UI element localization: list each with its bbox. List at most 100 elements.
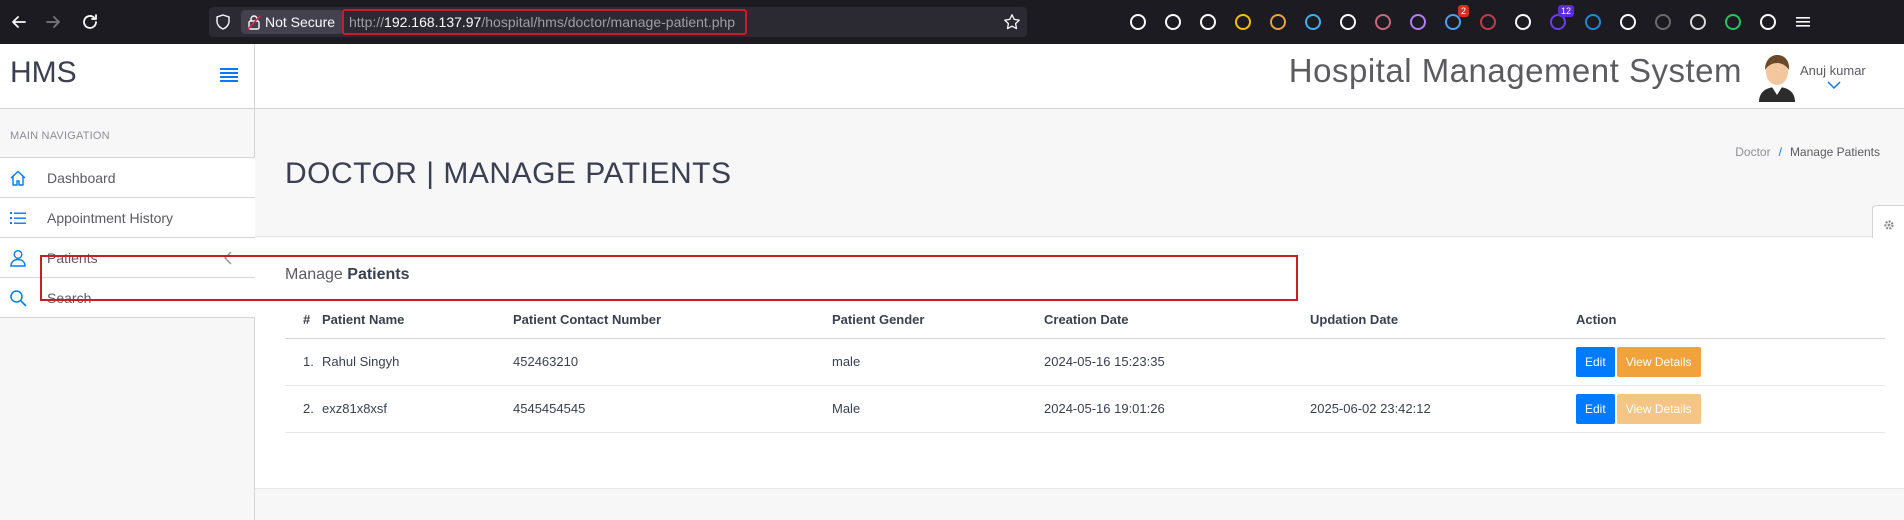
- view-details-button[interactable]: View Details: [1616, 393, 1701, 424]
- cell-creation-date: 2024-05-16 15:23:35: [1044, 338, 1310, 386]
- edit-button[interactable]: Edit: [1576, 346, 1615, 377]
- cell-actions: Edit View Details: [1576, 385, 1885, 433]
- mask-icon: [1619, 14, 1636, 30]
- bookmark-star-icon[interactable]: [1003, 13, 1021, 31]
- cell-contact: 4545454545: [513, 385, 832, 433]
- sidebar-item-label: Dashboard: [47, 170, 116, 186]
- browser-toolbar: Not Secure http://192.168.137.97/hospita…: [0, 0, 1904, 44]
- cell-updation-date: [1310, 338, 1576, 386]
- extension-account-icon[interactable]: [1161, 11, 1184, 33]
- cell-contact: 452463210: [513, 338, 832, 386]
- security-label: Not Secure: [265, 14, 336, 30]
- cell-number: 1.: [285, 338, 322, 386]
- menu-icon: [1795, 17, 1810, 27]
- cell-gender: male: [832, 338, 1044, 386]
- breadcrumb-current: Manage Patients: [1789, 145, 1880, 159]
- sidebar-item-label: Appointment History: [47, 210, 174, 226]
- extension-purple-shield-icon[interactable]: 12: [1546, 5, 1574, 33]
- patients-panel: Manage Patients # Patient Name Patient C…: [255, 238, 1904, 489]
- extension-dots-icon[interactable]: [1371, 11, 1394, 33]
- reload-button[interactable]: [79, 11, 101, 33]
- user-name[interactable]: Anuj kumar: [1800, 63, 1866, 78]
- diamond-icon: [1654, 14, 1671, 30]
- view-details-button[interactable]: View Details: [1616, 346, 1701, 377]
- arrow-right-icon: [46, 16, 60, 28]
- column-header-gender: Patient Gender: [832, 301, 1044, 339]
- extension-w-green-icon[interactable]: [1721, 11, 1744, 33]
- sidebar-item-appointment-history[interactable]: Appointment History: [0, 198, 255, 238]
- back-button[interactable]: [8, 11, 30, 33]
- chevron-left-icon: [224, 251, 232, 265]
- wappalyzer-icon: [1514, 14, 1531, 30]
- extension-icon: [1234, 14, 1251, 30]
- extension-cookie-editor-icon[interactable]: [1336, 11, 1359, 33]
- extension-badge: 2: [1457, 5, 1469, 17]
- cell-creation-date: 2024-05-16 19:01:26: [1044, 385, 1310, 433]
- home-icon: [10, 170, 26, 186]
- pocket-icon: [1129, 14, 1146, 30]
- extension-menu-icon[interactable]: [1791, 11, 1814, 33]
- shield-icon[interactable]: [215, 14, 231, 30]
- edit-button[interactable]: Edit: [1576, 393, 1615, 424]
- nav-heading: MAIN NAVIGATION: [10, 130, 110, 142]
- extension-mountain-icon[interactable]: [1406, 11, 1429, 33]
- extension-wappalyzer-icon[interactable]: [1511, 11, 1534, 33]
- table-row: 2. exz81x8xsf 4545454545 Male 2024-05-16…: [285, 385, 1885, 433]
- sidebar-item-label: Search: [47, 290, 92, 306]
- sidebar-item-dashboard[interactable]: Dashboard: [0, 158, 255, 198]
- dark-icon: [1479, 14, 1496, 30]
- extension-link-icon[interactable]: [1301, 11, 1324, 33]
- chevron-down-icon[interactable]: [1827, 80, 1841, 90]
- search-icon: [10, 290, 27, 307]
- sidebar-item-patients[interactable]: Patients: [0, 238, 255, 278]
- extension-w-icon[interactable]: [1581, 11, 1604, 33]
- patients-table: # Patient Name Patient Contact Number Pa…: [285, 301, 1885, 433]
- dots-icon: [1374, 14, 1391, 30]
- extension-diamond-icon[interactable]: [1651, 11, 1674, 33]
- brand-logo[interactable]: HMS: [10, 56, 77, 90]
- sidebar-item-label: Patients: [47, 250, 98, 266]
- extension-pocket-icon[interactable]: [1126, 11, 1149, 33]
- url-text[interactable]: http://192.168.137.97/hospital/hms/docto…: [342, 9, 747, 35]
- cell-actions: Edit View Details: [1576, 338, 1885, 386]
- extension-cookie-icon[interactable]: [1266, 11, 1289, 33]
- user-avatar[interactable]: [1755, 52, 1799, 102]
- cookie-icon: [1269, 14, 1286, 30]
- cell-patient-name: exz81x8xsf: [322, 385, 513, 433]
- extension-extensions-icon[interactable]: [1756, 11, 1779, 33]
- security-indicator[interactable]: Not Secure: [241, 10, 344, 34]
- brand-area: HMS: [0, 44, 255, 108]
- breadcrumb: Doctor / Manage Patients: [1735, 145, 1880, 159]
- extensions-icon: [1759, 14, 1776, 30]
- app-header: HMS Hospital Management System Anuj kuma…: [0, 44, 1904, 109]
- insecure-lock-icon: [247, 15, 261, 30]
- section-title-bold: Patients: [347, 266, 410, 283]
- extension-puzzle-icon[interactable]: [1196, 11, 1219, 33]
- column-header-action: Action: [1576, 301, 1885, 339]
- extension-mask-icon[interactable]: [1616, 11, 1639, 33]
- column-header-number: #: [285, 301, 322, 339]
- extension-extension-icon[interactable]: [1231, 11, 1254, 33]
- url-path: /hospital/hms/doctor/manage-patient.php: [481, 14, 736, 30]
- w-green-icon: [1724, 14, 1741, 30]
- gear-icon: [1884, 220, 1894, 230]
- breadcrumb-doctor[interactable]: Doctor: [1735, 145, 1770, 159]
- hamburger-menu-icon[interactable]: [220, 68, 238, 82]
- cookie-editor-icon: [1339, 14, 1356, 30]
- column-header-updation-date: Updation Date: [1310, 301, 1576, 339]
- page-title: DOCTOR | MANAGE PATIENTS: [285, 157, 732, 190]
- url-host: 192.168.137.97: [384, 14, 482, 30]
- forward-button[interactable]: [42, 11, 64, 33]
- app-title: Hospital Management System: [1288, 52, 1742, 89]
- table-row: 1. Rahul Singyh 452463210 male 2024-05-1…: [285, 338, 1885, 386]
- address-bar[interactable]: Not Secure http://192.168.137.97/hospita…: [209, 7, 1027, 37]
- extension-dark-icon[interactable]: [1476, 11, 1499, 33]
- cell-patient-name: Rahul Singyh: [322, 338, 513, 386]
- arrow-left-icon: [12, 16, 26, 28]
- sidebar-item-search[interactable]: Search: [0, 278, 255, 318]
- cell-updation-date: 2025-06-02 23:42:12: [1310, 385, 1576, 433]
- cell-number: 2.: [285, 385, 322, 433]
- extension-proxy-icon[interactable]: 2: [1441, 5, 1469, 33]
- extension-globe-icon[interactable]: [1686, 11, 1709, 33]
- link-icon: [1304, 14, 1321, 30]
